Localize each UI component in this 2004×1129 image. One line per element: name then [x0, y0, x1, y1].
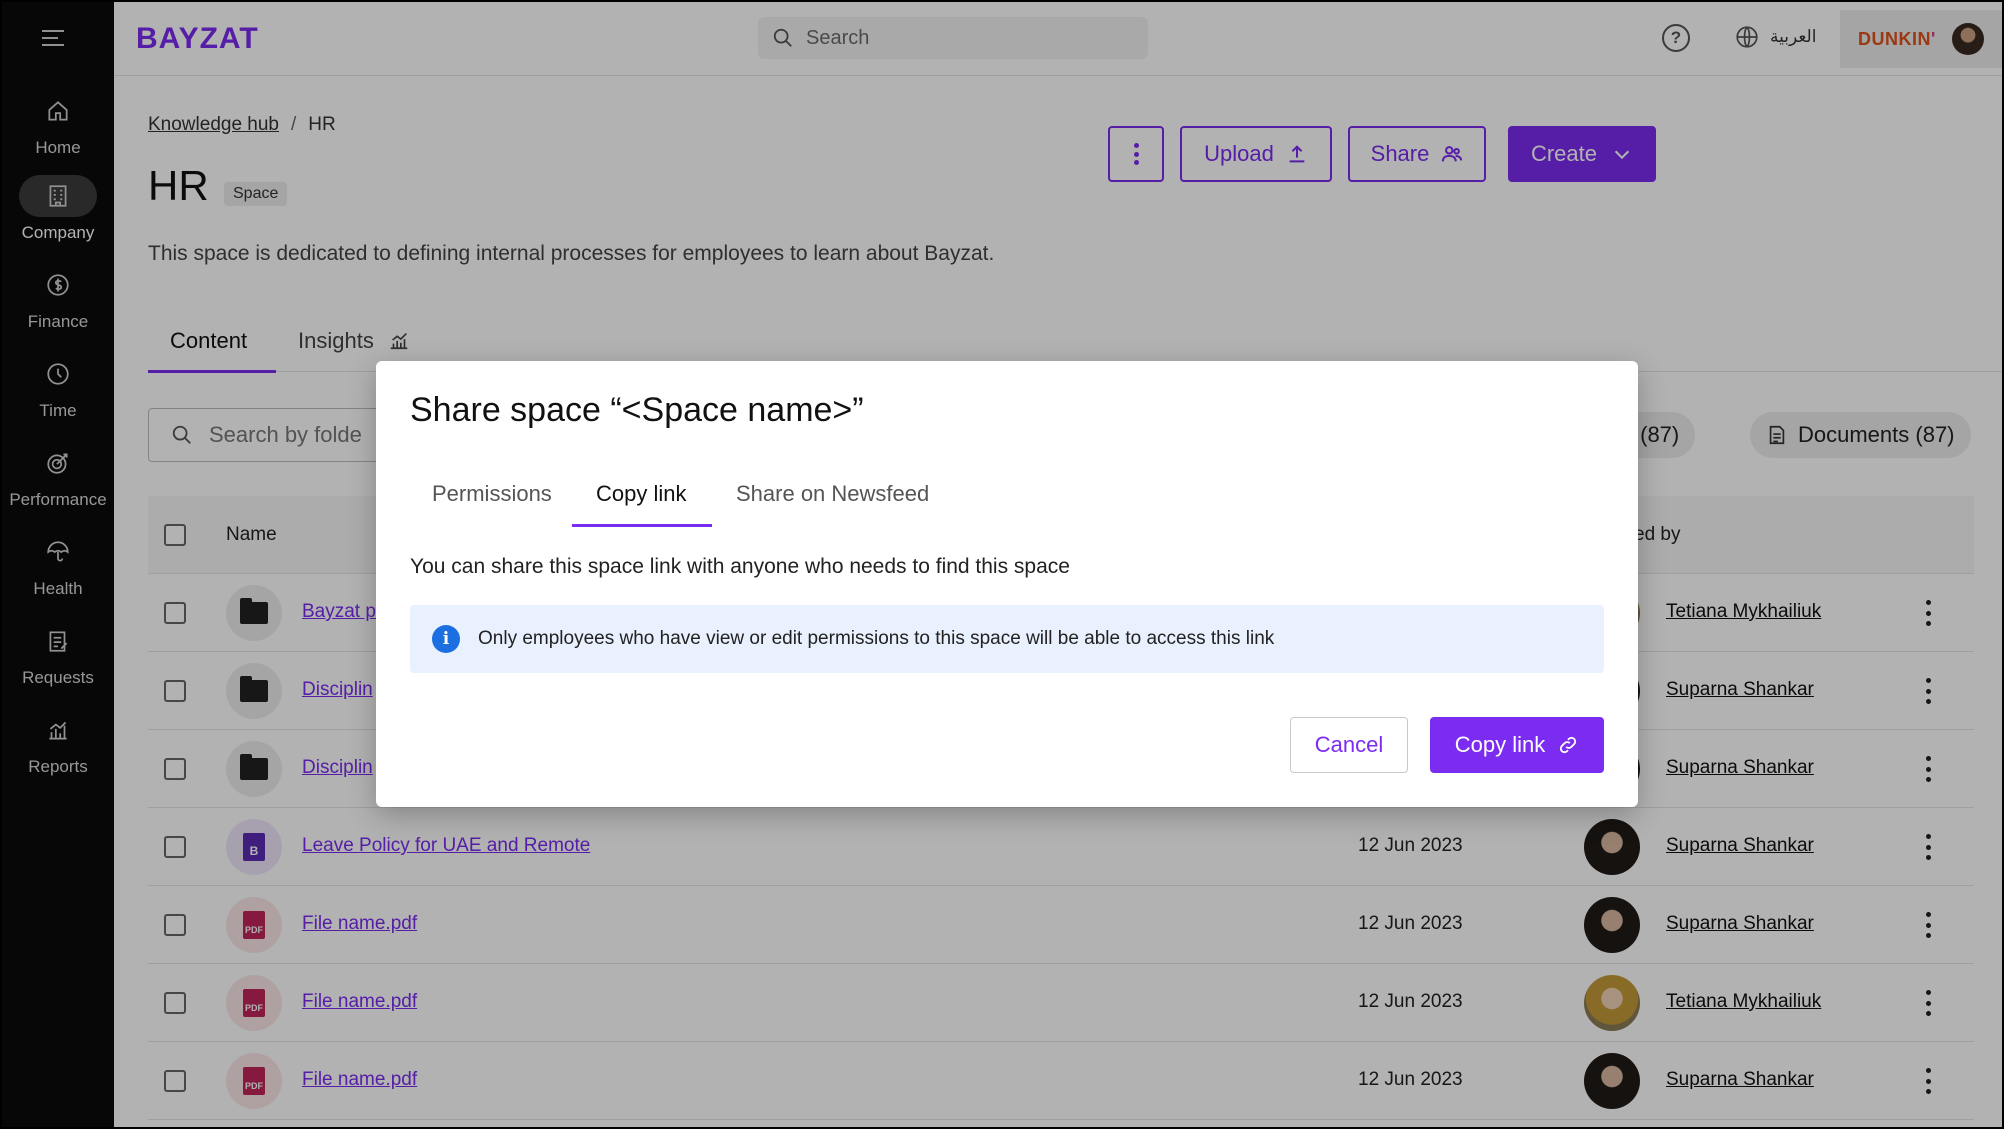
tab-permissions[interactable]: Permissions: [432, 481, 552, 507]
app-window: Home Company Finance Time Performance He…: [2, 2, 2002, 1127]
dialog-tab-indicator: [572, 524, 712, 527]
info-banner-text: Only employees who have view or edit per…: [478, 628, 1275, 649]
info-icon: i: [432, 625, 460, 653]
copy-link-button[interactable]: Copy link: [1430, 717, 1604, 773]
tab-copy-link[interactable]: Copy link: [596, 481, 686, 507]
tab-share-on-newsfeed[interactable]: Share on Newsfeed: [736, 481, 929, 507]
share-space-dialog: Share space “<Space name>” Permissions C…: [376, 361, 1638, 807]
info-banner: i Only employees who have view or edit p…: [410, 605, 1604, 673]
link-icon: [1560, 736, 1577, 754]
dialog-title: Share space “<Space name>”: [410, 391, 864, 429]
cancel-button[interactable]: Cancel: [1290, 717, 1408, 773]
dialog-description: You can share this space link with anyon…: [410, 555, 1070, 578]
